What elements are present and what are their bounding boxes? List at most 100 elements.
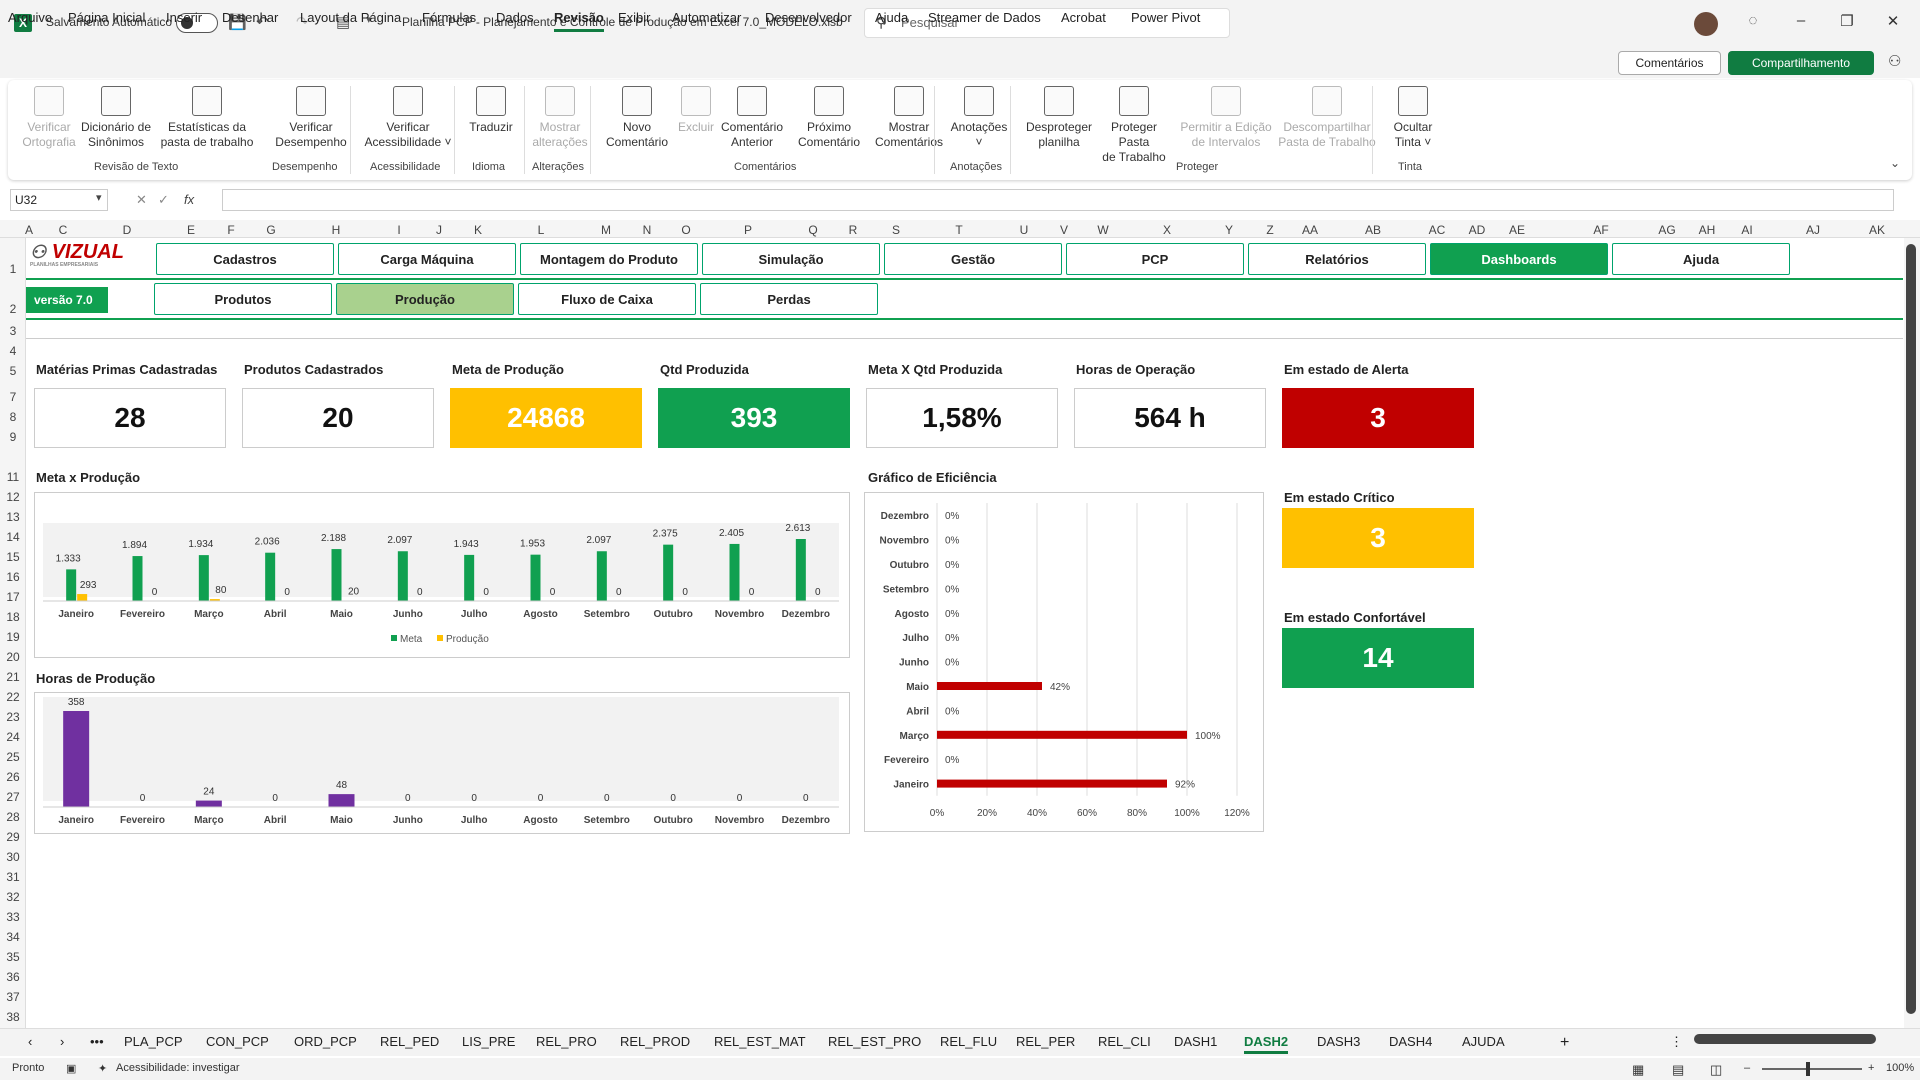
column-header-n[interactable]: N: [632, 223, 662, 237]
menu-arquivo[interactable]: Arquivo: [8, 10, 52, 25]
column-header-d[interactable]: D: [112, 223, 142, 237]
close-icon[interactable]: ✕: [1878, 12, 1908, 30]
column-header-r[interactable]: R: [838, 223, 868, 237]
collapse-ribbon-icon[interactable]: ⌄: [1890, 156, 1900, 170]
row-header-12[interactable]: 12: [0, 490, 26, 504]
column-header-o[interactable]: O: [671, 223, 701, 237]
row-header-15[interactable]: 15: [0, 550, 26, 564]
nav-relatorios[interactable]: Relatórios: [1248, 243, 1426, 275]
sheet-tab-pla-pcp[interactable]: PLA_PCP: [124, 1034, 183, 1049]
sheet-tab-rel-pro[interactable]: REL_PRO: [536, 1034, 597, 1049]
row-header-1[interactable]: 1: [0, 262, 26, 276]
sheet-tab-lis-pre[interactable]: LIS_PRE: [462, 1034, 515, 1049]
sheet-tab-rel-prod[interactable]: REL_PROD: [620, 1034, 690, 1049]
menu-acrobat[interactable]: Acrobat: [1061, 10, 1106, 25]
ribbon-button-mostrar-alteracoes[interactable]: Mostrar alterações: [532, 86, 588, 150]
column-header-ah[interactable]: AH: [1692, 223, 1722, 237]
row-header-27[interactable]: 27: [0, 790, 26, 804]
prev-sheet-icon[interactable]: ‹: [28, 1034, 32, 1049]
column-header-ad[interactable]: AD: [1462, 223, 1492, 237]
ribbon-button-ocultar-tinta[interactable]: Ocultar Tinta ˅: [1386, 86, 1440, 150]
column-header-aa[interactable]: AA: [1295, 223, 1325, 237]
row-header-30[interactable]: 30: [0, 850, 26, 864]
row-header-35[interactable]: 35: [0, 950, 26, 964]
sheet-tab-ord-pcp[interactable]: ORD_PCP: [294, 1034, 357, 1049]
row-header-16[interactable]: 16: [0, 570, 26, 584]
column-header-w[interactable]: W: [1088, 223, 1118, 237]
horizontal-scroll-thumb[interactable]: [1694, 1034, 1876, 1044]
sheet-tab-con-pcp[interactable]: CON_PCP: [206, 1034, 269, 1049]
sheet-tab-dash3[interactable]: DASH3: [1317, 1034, 1360, 1049]
row-header-2[interactable]: 2: [0, 302, 26, 316]
row-header-34[interactable]: 34: [0, 930, 26, 944]
ribbon-button-proteger-pasta-de-trabalho[interactable]: Proteger Pasta de Trabalho: [1094, 86, 1174, 165]
column-header-ak[interactable]: AK: [1862, 223, 1892, 237]
column-header-ab[interactable]: AB: [1358, 223, 1388, 237]
sheet-tab-dash2[interactable]: DASH2: [1244, 1034, 1289, 1054]
subnav-perdas[interactable]: Perdas: [700, 283, 878, 315]
column-header-g[interactable]: G: [256, 223, 286, 237]
minimize-icon[interactable]: –: [1786, 12, 1816, 29]
menu-power-pivot[interactable]: Power Pivot: [1131, 10, 1200, 25]
column-header-j[interactable]: J: [424, 223, 454, 237]
zoom-level[interactable]: 100%: [1886, 1062, 1914, 1074]
column-header-m[interactable]: M: [591, 223, 621, 237]
sheet-tab-rel-est-pro[interactable]: REL_EST_PRO: [828, 1034, 921, 1049]
nav-gestao[interactable]: Gestão: [884, 243, 1062, 275]
row-header-22[interactable]: 22: [0, 690, 26, 704]
nav-cadastros[interactable]: Cadastros: [156, 243, 334, 275]
nav-dashboards[interactable]: Dashboards: [1430, 243, 1608, 275]
menu-formulas[interactable]: Fórmulas: [422, 10, 476, 25]
name-box-dropdown-icon[interactable]: ▾: [96, 191, 102, 204]
row-header-3[interactable]: 3: [0, 324, 26, 338]
zoom-in-icon[interactable]: +: [1868, 1062, 1874, 1074]
ribbon-button-excluir[interactable]: Excluir: [672, 86, 720, 135]
name-box[interactable]: U32: [10, 189, 108, 211]
row-header-5[interactable]: 5: [0, 364, 26, 378]
formula-input[interactable]: [222, 189, 1894, 211]
sheet-tab-rel-per[interactable]: REL_PER: [1016, 1034, 1075, 1049]
row-header-13[interactable]: 13: [0, 510, 26, 524]
column-header-ac[interactable]: AC: [1422, 223, 1452, 237]
column-header-s[interactable]: S: [881, 223, 911, 237]
nav-simulacao[interactable]: Simulação: [702, 243, 880, 275]
ribbon-button-verificar-ortografia[interactable]: Verificar Ortografia: [16, 86, 82, 150]
ribbon-button-verificar-acessibilidade[interactable]: Verificar Acessibilidade ˅: [360, 86, 456, 150]
avatar[interactable]: [1694, 12, 1718, 36]
vertical-scroll-thumb[interactable]: [1906, 244, 1916, 1014]
nav-montagem-do-produto[interactable]: Montagem do Produto: [520, 243, 698, 275]
sheet-tab-dash4[interactable]: DASH4: [1389, 1034, 1432, 1049]
row-header-26[interactable]: 26: [0, 770, 26, 784]
row-header-17[interactable]: 17: [0, 590, 26, 604]
sheet-tab-ajuda[interactable]: AJUDA: [1462, 1034, 1505, 1049]
row-header-31[interactable]: 31: [0, 870, 26, 884]
row-header-36[interactable]: 36: [0, 970, 26, 984]
column-header-q[interactable]: Q: [798, 223, 828, 237]
ribbon-button-descompartilhar-pasta-de-trabalho[interactable]: Descompartilhar Pasta de Trabalho: [1276, 86, 1378, 150]
column-header-ae[interactable]: AE: [1502, 223, 1532, 237]
sheet-tab-rel-cli[interactable]: REL_CLI: [1098, 1034, 1151, 1049]
macro-record-icon[interactable]: ▣: [66, 1062, 76, 1075]
ribbon-button-dicionario-de-sinonimos[interactable]: Dicionário de Sinônimos: [78, 86, 154, 150]
column-header-h[interactable]: H: [321, 223, 351, 237]
column-header-x[interactable]: X: [1152, 223, 1182, 237]
lightbulb-icon[interactable]: ◌: [1738, 12, 1768, 29]
row-header-23[interactable]: 23: [0, 710, 26, 724]
row-header-37[interactable]: 37: [0, 990, 26, 1004]
subnav-producao[interactable]: Produção: [336, 283, 514, 315]
row-header-20[interactable]: 20: [0, 650, 26, 664]
sheet-tab-rel-ped[interactable]: REL_PED: [380, 1034, 439, 1049]
enter-icon[interactable]: ✓: [158, 192, 169, 208]
next-sheet-icon[interactable]: ›: [60, 1034, 64, 1049]
row-header-28[interactable]: 28: [0, 810, 26, 824]
add-sheet-icon[interactable]: +: [1560, 1034, 1569, 1052]
nav-ajuda[interactable]: Ajuda: [1612, 243, 1790, 275]
column-header-aj[interactable]: AJ: [1798, 223, 1828, 237]
row-header-24[interactable]: 24: [0, 730, 26, 744]
row-header-38[interactable]: 38: [0, 1010, 26, 1024]
copilot-icon[interactable]: ⚇: [1888, 52, 1901, 70]
sheet-tab-rel-flu[interactable]: REL_FLU: [940, 1034, 997, 1049]
menu-inserir[interactable]: Inserir: [166, 10, 202, 25]
menu-revisao[interactable]: Revisão: [554, 10, 604, 32]
column-header-i[interactable]: I: [384, 223, 414, 237]
